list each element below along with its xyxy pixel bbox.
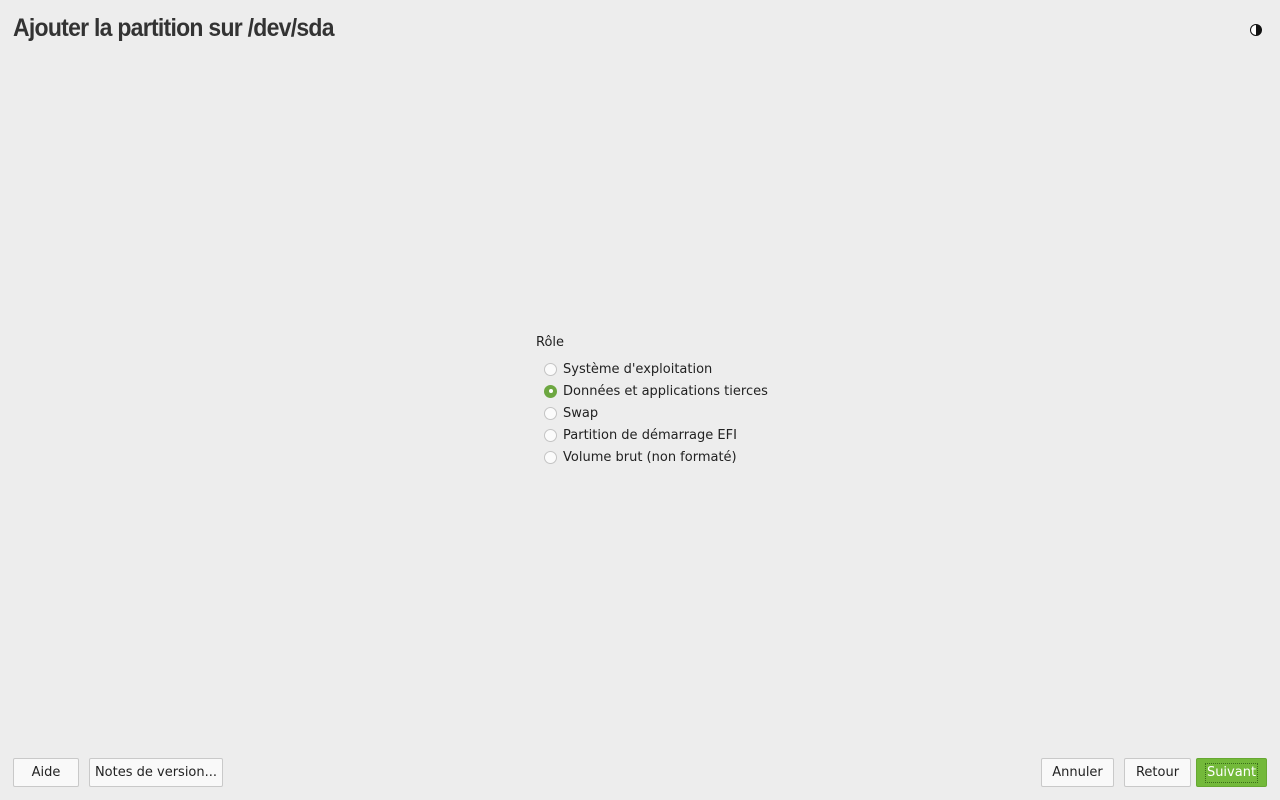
installer-window: Ajouter la partition sur /dev/sda Rôle S… <box>0 0 1280 800</box>
role-option-label: Volume brut (non formaté) <box>563 449 737 465</box>
role-option-data-and-apps[interactable]: Données et applications tierces <box>536 380 796 402</box>
role-option-label: Partition de démarrage EFI <box>563 427 737 443</box>
role-option-operating-system[interactable]: Système d'exploitation <box>536 358 796 380</box>
radio-button[interactable] <box>544 450 557 464</box>
next-button-label: Suivant <box>1204 762 1259 783</box>
theme-toggle-button[interactable] <box>1249 22 1263 36</box>
help-button[interactable]: Aide <box>13 758 79 787</box>
back-button[interactable]: Retour <box>1124 758 1191 787</box>
radio-button[interactable] <box>544 428 557 442</box>
role-option-label: Swap <box>563 405 599 421</box>
role-option-raw-volume[interactable]: Volume brut (non formaté) <box>536 446 796 468</box>
page-title: Ajouter la partition sur /dev/sda <box>13 14 335 42</box>
half-moon-icon <box>1250 24 1262 36</box>
role-radio-group: Rôle Système d'exploitation Données et a… <box>536 334 796 468</box>
release-notes-button[interactable]: Notes de version... <box>89 758 223 787</box>
radio-button-selected[interactable] <box>544 384 557 398</box>
role-option-efi-boot[interactable]: Partition de démarrage EFI <box>536 424 796 446</box>
radio-button[interactable] <box>544 406 557 420</box>
role-option-label: Système d'exploitation <box>563 361 713 377</box>
role-label: Rôle <box>536 335 565 350</box>
role-option-swap[interactable]: Swap <box>536 402 796 424</box>
next-button[interactable]: Suivant <box>1196 758 1267 787</box>
radio-button[interactable] <box>544 362 557 376</box>
role-option-label: Données et applications tierces <box>563 383 768 399</box>
cancel-button[interactable]: Annuler <box>1041 758 1114 787</box>
